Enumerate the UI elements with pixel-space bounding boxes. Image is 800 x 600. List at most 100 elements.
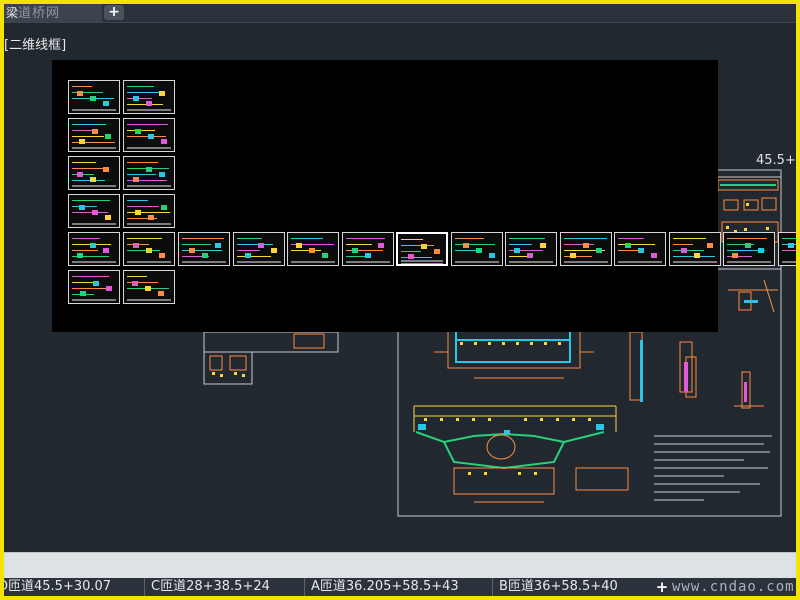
thumbnail-title-bar <box>727 261 771 263</box>
thumbnail-detail-block <box>135 210 141 215</box>
thumbnail-detail-block <box>133 243 139 248</box>
thumbnail-detail-block <box>77 253 83 258</box>
thumbnail-detail-line <box>72 124 106 125</box>
thumbnail-detail-block <box>103 167 109 172</box>
layout-thumbnail[interactable] <box>505 232 557 266</box>
thumbnail-detail-line <box>563 244 594 245</box>
thumbnail-detail-block <box>270 248 277 253</box>
thumbnail-title-bar <box>127 109 171 111</box>
viewport-style-label[interactable]: [二维线框] <box>4 34 66 53</box>
thumbnail-detail-line <box>618 244 655 245</box>
thumbnail-detail-line <box>72 276 109 277</box>
layout-thumbnail[interactable] <box>123 194 175 228</box>
thumbnail-title-bar <box>454 261 499 263</box>
layout-thumbnail-preview <box>52 60 796 332</box>
thumbnail-detail-line <box>72 212 108 213</box>
layout-thumbnail[interactable] <box>614 232 666 266</box>
thumbnail-detail-block <box>693 253 700 258</box>
thumbnail-detail-block <box>651 253 657 258</box>
thumbnail-detail-line <box>72 168 107 169</box>
thumbnail-detail-block <box>135 129 141 134</box>
thumbnail-detail-line <box>127 98 152 99</box>
thumbnail-detail-block <box>146 101 152 106</box>
layout-thumbnail[interactable] <box>123 270 175 304</box>
layout-tab-d-ramp[interactable]: D匝道45.5+30.07 <box>4 578 111 596</box>
thumbnail-title-bar <box>127 185 171 187</box>
drawing-sheet-title: 45.5+3 <box>756 153 796 168</box>
thumbnail-title-bar <box>72 109 116 111</box>
thumbnail-detail-block <box>745 243 751 248</box>
thumbnail-detail-block <box>132 281 138 286</box>
thumbnail-detail-line <box>563 238 607 239</box>
thumbnail-detail-block <box>80 291 86 296</box>
thumbnail-title-bar <box>618 261 662 263</box>
thumbnail-detail-line <box>72 200 110 201</box>
thumbnail-title-bar <box>127 223 171 225</box>
new-tab-button[interactable]: + <box>104 5 124 20</box>
thumbnail-detail-block <box>322 253 328 258</box>
site-watermark: www.cndao.com <box>672 579 795 595</box>
file-tab[interactable]: 梁道桥网 <box>4 4 102 22</box>
thumbnail-title-bar <box>127 147 171 149</box>
layout-thumbnail[interactable] <box>68 156 120 190</box>
thumbnail-detail-line <box>127 130 155 131</box>
thumbnail-detail-line <box>72 288 107 289</box>
layout-thumbnail[interactable] <box>777 232 796 266</box>
layout-thumbnail[interactable] <box>123 80 175 114</box>
thumbnail-detail-block <box>202 253 208 258</box>
layout-thumbnail[interactable] <box>723 232 775 266</box>
thumbnail-detail-block <box>103 101 109 106</box>
thumbnail-detail-block <box>159 91 165 96</box>
thumbnail-detail-line <box>727 238 767 239</box>
thumbnail-detail-block <box>475 248 482 253</box>
thumbnail-detail-line <box>127 206 159 207</box>
thumbnail-detail-line <box>127 136 166 137</box>
layout-thumbnail[interactable] <box>341 232 394 266</box>
add-layout-button[interactable]: + <box>654 579 670 595</box>
thumbnail-detail-line <box>618 238 644 239</box>
file-tab-watermark: 道桥网 <box>18 6 61 21</box>
thumbnail-title-bar <box>72 185 116 187</box>
thumbnail-detail-line <box>727 256 752 257</box>
thumbnail-detail-block <box>364 253 371 258</box>
layout-thumbnail[interactable] <box>68 194 120 228</box>
layout-thumbnail[interactable] <box>668 232 721 266</box>
thumbnail-detail-line <box>182 238 224 239</box>
thumbnail-detail-line <box>345 238 385 239</box>
thumbnail-title-bar <box>72 147 116 149</box>
thumbnail-detail-block <box>133 177 139 182</box>
layout-thumbnail[interactable] <box>178 232 230 266</box>
layout-tab-c-ramp[interactable]: C匝道28+38.5+24 <box>144 578 270 596</box>
thumbnail-detail-block <box>146 167 152 172</box>
command-status-bar <box>4 552 796 579</box>
layout-thumbnail[interactable] <box>68 80 120 114</box>
layout-thumbnail[interactable] <box>232 232 285 266</box>
thumbnail-title-bar <box>236 261 281 263</box>
thumbnail-detail-block <box>161 205 167 210</box>
thumbnail-title-bar <box>509 261 553 263</box>
thumbnail-detail-block <box>595 248 602 253</box>
layout-thumbnail[interactable] <box>123 118 175 152</box>
thumbnail-detail-block <box>244 253 251 258</box>
layout-thumbnail[interactable] <box>123 232 175 266</box>
layout-thumbnail[interactable] <box>396 232 448 266</box>
file-tab-label: 梁 <box>6 6 19 20</box>
thumbnail-title-bar <box>72 299 116 301</box>
thumbnail-detail-block <box>90 177 96 182</box>
thumbnail-detail-block <box>569 253 576 258</box>
thumbnail-detail-block <box>90 243 96 248</box>
layout-thumbnail[interactable] <box>559 232 612 266</box>
thumbnail-detail-block <box>787 243 794 248</box>
thumbnail-detail-block <box>582 243 589 248</box>
layout-thumbnail[interactable] <box>68 118 120 152</box>
layout-thumbnail[interactable] <box>450 232 503 266</box>
layout-thumbnail[interactable] <box>68 270 120 304</box>
layout-thumbnail[interactable] <box>123 156 175 190</box>
layout-thumbnail[interactable] <box>68 232 120 266</box>
layout-tab-b-ramp[interactable]: B匝道36+58.5+40 <box>492 578 618 596</box>
thumbnail-title-bar <box>291 261 335 263</box>
thumbnail-detail-block <box>408 254 414 259</box>
layout-thumbnail[interactable] <box>287 232 339 266</box>
thumbnail-detail-block <box>540 243 546 248</box>
layout-tab-a-ramp[interactable]: A匝道36.205+58.5+43 <box>304 578 459 596</box>
